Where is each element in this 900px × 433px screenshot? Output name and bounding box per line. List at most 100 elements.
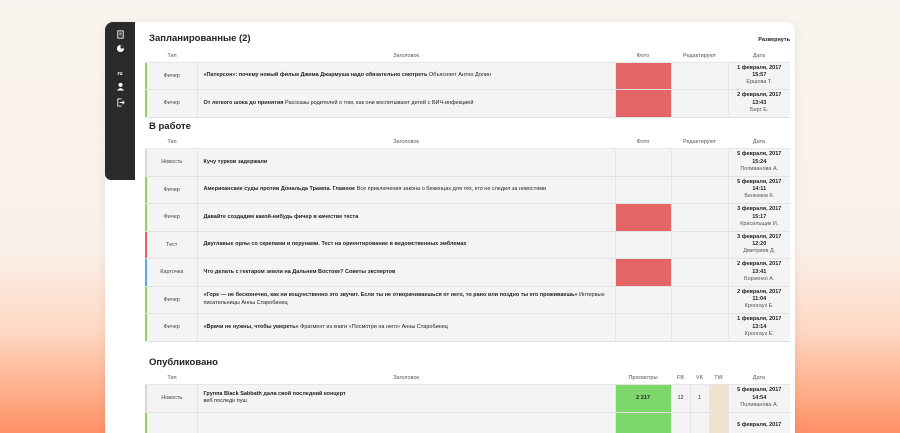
table-row[interactable]: Фичер От легкого шока до принятия Рассказ… (145, 89, 790, 118)
date-text: 5 февраля, 2017 (737, 178, 782, 185)
headline: Давайте создадим какой-нибудь фичер в ка… (203, 213, 359, 220)
table-row[interactable]: 5 февраля, 2017 (145, 412, 790, 433)
table-row[interactable]: Фичер «Врачи не нужны, чтобы умереть» Фра… (145, 313, 790, 342)
title-cell[interactable]: Двуглавые орлы со скрепами и перунами. Т… (197, 231, 616, 259)
title-cell[interactable]: «Горе — не бесконечно, как ни кощунствен… (197, 286, 616, 314)
author-text: Красильщик И. (740, 220, 779, 227)
time-text: 13:43 (752, 99, 767, 106)
table-row[interactable]: Фичер «Патерсон»: почему новый фильм Джим… (145, 62, 790, 90)
subheadline: Объясняет Антон Долин (428, 72, 492, 79)
photo-cell[interactable] (615, 62, 672, 90)
type-cell: Фичер (147, 286, 198, 314)
type-cell: Новость (147, 384, 198, 413)
title-cell[interactable]: Давайте создадим какой-нибудь фичер в ка… (197, 203, 616, 232)
author-text: Поливанова А. (740, 401, 779, 408)
type-cell: Тест (147, 231, 198, 259)
logout-icon[interactable] (115, 97, 125, 107)
document-icon[interactable] (115, 29, 125, 39)
table-row[interactable]: Фичер Давайте создадим какой-нибудь фичер… (145, 203, 790, 232)
title-cell[interactable]: Группа Black Sabbath дала свой последний… (197, 384, 616, 413)
photo-cell[interactable] (615, 286, 672, 314)
author-text: Кронгауз Е. (744, 330, 774, 337)
time-text: 11:04 (752, 296, 767, 303)
date-cell: 2 февраля, 2017 11:04 Кронгауз Е. (728, 286, 790, 314)
col-editors: Редактируют (671, 50, 728, 63)
author-text: Борзенко А. (744, 275, 775, 282)
col-date: Дата (728, 50, 790, 63)
date-cell: 1 февраля, 2017 15:57 Ершова Т. (728, 62, 790, 90)
fb-count (671, 412, 691, 433)
date-text: 1 февраля, 2017 (737, 64, 782, 71)
col-tw: TW (709, 372, 728, 385)
chart-icon[interactable] (115, 43, 125, 53)
title-cell[interactable] (197, 412, 616, 433)
date-text: 2 февраля, 2017 (737, 92, 782, 99)
date-text: 2 февраля, 2017 (737, 261, 782, 268)
editors-cell (671, 258, 729, 287)
type-cell: Фичер (147, 89, 198, 118)
date-text: 5 февраля, 2017 (737, 151, 782, 158)
time-text: 14:11 (752, 186, 767, 193)
headline: «Врачи не нужны, чтобы умереть» (203, 323, 299, 330)
photo-cell[interactable] (615, 176, 672, 204)
photo-cell[interactable] (615, 313, 672, 342)
date-text: 3 февраля, 2017 (737, 233, 782, 240)
tw-count (709, 384, 729, 413)
headline: Американские суды против Дональда Трампа… (203, 186, 356, 193)
time-text: 13:14 (752, 323, 767, 330)
date-cell: 5 февраля, 2017 14:11 Бенюмов К. (728, 176, 790, 204)
date-cell: 2 февраля, 2017 13:43 Берг Е. (728, 89, 790, 118)
author-text: Берг Е. (750, 106, 769, 113)
headline: Двуглавые орлы со скрепами и перунами. Т… (203, 241, 467, 248)
title-cell[interactable]: Американские суды против Дональда Трампа… (197, 176, 616, 204)
user-icon[interactable] (115, 81, 125, 91)
expand-link[interactable]: Развернуть (758, 37, 790, 43)
col-photo: Фото (615, 50, 671, 63)
date-cell: 1 февраля, 2017 13:14 Кронгауз Е. (728, 313, 790, 342)
photo-cell[interactable] (615, 203, 672, 232)
views-cell: 2 217 (615, 384, 672, 413)
col-date: Дата (728, 136, 790, 149)
title-cell[interactable]: Что делать с гектаром земли на Дальнем В… (197, 258, 616, 287)
col-photo: Фото (615, 136, 671, 149)
date-text: 5 февраля, 2017 (737, 422, 782, 429)
table-row[interactable]: Карточка Что делать с гектаром земли на Д… (145, 258, 790, 287)
col-date: Дата (728, 372, 790, 385)
photo-cell[interactable] (615, 231, 672, 259)
fb-count: 12 (671, 384, 691, 413)
date-cell: 3 февраля, 2017 15:17 Красильщик И. (728, 203, 790, 232)
table-row[interactable]: Новость Кучу турков задержали 5 февраля, … (145, 148, 790, 177)
views-cell (615, 412, 672, 433)
photo-cell[interactable] (615, 89, 672, 118)
subheadline: Рассказы родителей о том, как они воспит… (285, 99, 474, 106)
date-cell: 5 февраля, 2017 (728, 412, 790, 433)
author-text: Поливанова А. (740, 165, 779, 172)
photo-cell[interactable] (615, 148, 672, 177)
col-type: Тип (147, 372, 197, 385)
photo-cell[interactable] (615, 258, 672, 287)
table-row[interactable]: Фичер Американские суды против Дональда Т… (145, 176, 790, 204)
title-cell[interactable]: Кучу турков задержали (197, 148, 616, 177)
type-cell: Карточка (147, 258, 198, 287)
title-cell[interactable]: «Врачи не нужны, чтобы умереть» Фрагмент… (197, 313, 616, 342)
app-window: ru Запланированные (2) Развернуть Тип За… (105, 22, 795, 433)
headline: Группа Black Sabbath дала свой последний… (203, 390, 346, 397)
planned-title: Запланированные (2) (149, 33, 251, 44)
editors-cell (671, 203, 729, 232)
date-text: 1 февраля, 2017 (737, 316, 782, 323)
editors-cell (671, 286, 729, 314)
date-cell: 3 февраля, 2017 12:20 Дмитриев Д. (728, 231, 790, 259)
planned-table: Тип Заголовок Фото Редактируют Дата Фиче… (145, 50, 790, 118)
table-row[interactable]: Фичер «Горе — не бесконечно, как ни кощун… (145, 286, 790, 314)
table-row[interactable]: Тест Двуглавые орлы со скрепами и перунам… (145, 231, 790, 259)
table-row[interactable]: Новость Группа Black Sabbath дала свой по… (145, 384, 790, 413)
language-switch[interactable]: ru (105, 71, 135, 77)
headline: Что делать с гектаром земли на Дальнем В… (203, 268, 396, 275)
title-cell[interactable]: От легкого шока до принятия Рассказы род… (197, 89, 616, 118)
col-title: Заголовок (197, 50, 615, 63)
time-text: 15:57 (752, 72, 767, 79)
type-cell: Фичер (147, 176, 198, 204)
title-cell[interactable]: «Патерсон»: почему новый фильм Джима Джа… (197, 62, 616, 90)
subheadline: Фрагмент из книги «Посмотри на него» Анн… (300, 323, 448, 330)
date-cell: 5 февраля, 2017 14:54 Поливанова А. (728, 384, 790, 413)
